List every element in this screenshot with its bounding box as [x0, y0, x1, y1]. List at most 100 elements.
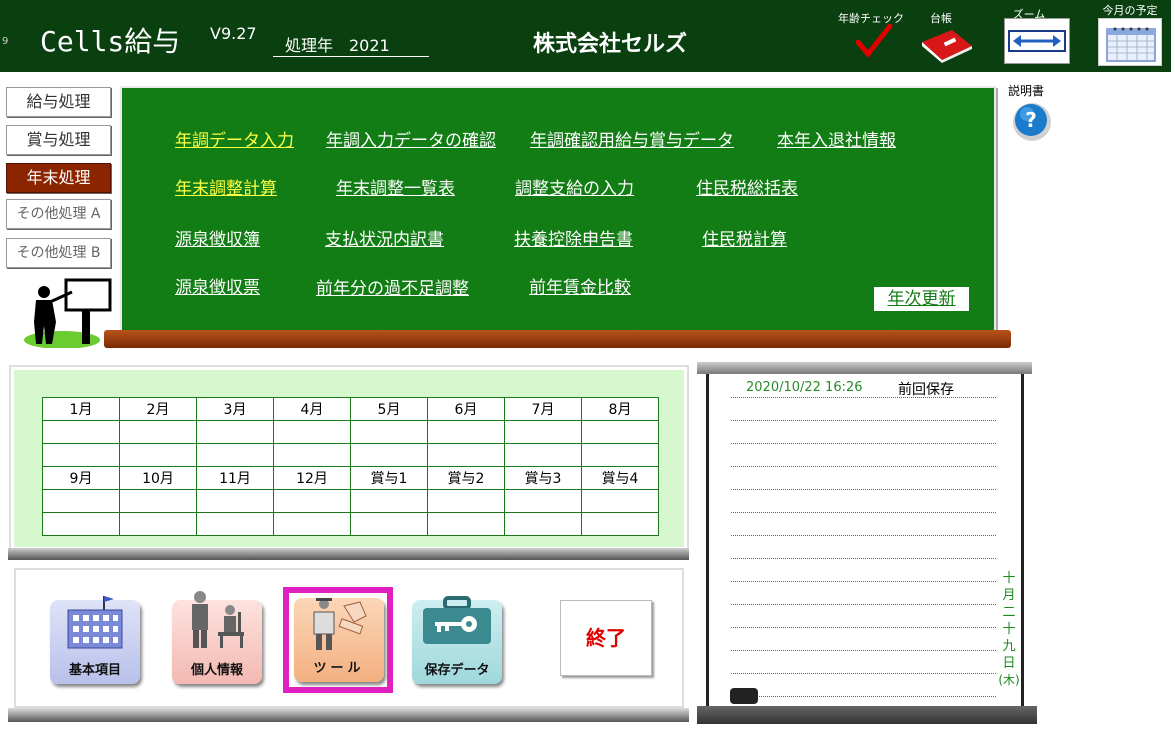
menu-prior-year-wage-compare[interactable]: 前年賃金比較 [529, 273, 631, 298]
menu-resident-tax-calc[interactable]: 住民税計算 [702, 225, 787, 250]
basic-items-label: 基本項目 [68, 663, 121, 678]
bonus-cell[interactable]: 賞与3 [504, 466, 582, 490]
nav-other-b[interactable]: その他処理 B [6, 238, 111, 268]
grid-cell [581, 420, 659, 444]
memo-line [731, 581, 996, 582]
nav-other-a[interactable]: その他処理 A [6, 199, 111, 229]
schedule-label: 今月の予定 [1102, 4, 1158, 17]
nav-year-end[interactable]: 年末処理 [6, 163, 111, 193]
ledger-button[interactable]: 台帳 [918, 10, 974, 68]
month-cell[interactable]: 5月 [350, 397, 428, 421]
processing-year: 処理年 2021 [273, 32, 429, 57]
personal-info-label: 個人情報 [190, 663, 243, 678]
menu-dependent-declaration[interactable]: 扶養控除申告書 [514, 225, 633, 250]
memo-line [731, 673, 996, 674]
grid-cell [350, 512, 428, 536]
zoom-button[interactable]: ズーム [994, 6, 1076, 64]
annual-update-button[interactable]: 年次更新 [874, 287, 969, 311]
vertical-date: 十 月 二 十 九 日 (木) [997, 570, 1021, 689]
presenter-illustration [24, 278, 112, 348]
menu-year-end-data-check[interactable]: 年調入力データの確認 [326, 126, 496, 151]
memo-line [731, 696, 996, 697]
grid-cell [273, 512, 351, 536]
version-label: V9.27 [210, 24, 257, 43]
month-cell[interactable]: 9月 [42, 466, 120, 490]
nav-payroll[interactable]: 給与処理 [6, 87, 111, 117]
app-header: 9 Cells給与 V9.27 処理年 2021 株式会社セルズ 年齢チェック … [0, 0, 1171, 72]
month-cell[interactable]: 10月 [119, 466, 197, 490]
menu-prior-year-adjust[interactable]: 前年分の過不足調整 [316, 274, 469, 299]
calendar-bottom-bar [8, 548, 689, 560]
memo-line [731, 443, 996, 444]
app-title: Cells給与 [40, 25, 181, 58]
grid-cell [581, 489, 659, 513]
memo-line [731, 512, 996, 513]
nav-bonus[interactable]: 賞与処理 [6, 125, 111, 155]
menu-withholding-book[interactable]: 源泉徴収簿 [175, 225, 260, 250]
ledger-book-icon [922, 30, 972, 63]
last-save-label: 前回保存 [898, 382, 954, 398]
vdate-char: (木) [998, 673, 1020, 687]
building-icon [67, 596, 123, 649]
menu-year-end-list[interactable]: 年末調整一覧表 [336, 174, 455, 199]
grid-cell [427, 489, 505, 513]
grid-cell [350, 443, 428, 467]
month-cell[interactable]: 12月 [273, 466, 351, 490]
tools-button[interactable]: ツール [294, 598, 384, 682]
menu-payment-breakdown[interactable]: 支払状況内訳書 [325, 225, 444, 250]
menu-withholding-slip[interactable]: 源泉徴収票 [175, 273, 260, 298]
menu-adjust-payment-input[interactable]: 調整支給の入力 [515, 174, 634, 199]
memo-line [731, 466, 996, 467]
age-check-button[interactable]: 年齢チェック [836, 10, 906, 58]
checkmark-icon [855, 24, 893, 58]
grid-cell [427, 420, 505, 444]
personal-info-button[interactable]: 個人情報 [172, 591, 262, 684]
memo-line [731, 489, 996, 490]
month-cell[interactable]: 11月 [196, 466, 274, 490]
bonus-cell[interactable]: 賞与2 [427, 466, 505, 490]
menu-salary-bonus-data[interactable]: 年調確認用給与賞与データ [530, 126, 734, 151]
zoom-icon-frame [1004, 18, 1070, 64]
grid-cell [119, 443, 197, 467]
vdate-char: 九 [1002, 639, 1016, 654]
month-cell[interactable]: 8月 [581, 397, 659, 421]
menu-resident-tax-summary[interactable]: 住民税総括表 [696, 174, 798, 199]
month-cell[interactable]: 7月 [504, 397, 582, 421]
vdate-char: 月 [1002, 588, 1016, 603]
saved-data-label: 保存データ [424, 663, 490, 678]
people-icon [192, 591, 244, 648]
memo-paper[interactable] [706, 374, 1024, 706]
memo-line [731, 627, 996, 628]
grid-cell [504, 443, 582, 467]
memo-line [731, 397, 996, 398]
saved-data-button[interactable]: 保存データ [412, 596, 502, 684]
bonus-cell[interactable]: 賞与4 [581, 466, 659, 490]
monthly-schedule-button[interactable]: 今月の予定 [1094, 2, 1166, 68]
memo-top-bar [697, 362, 1032, 374]
month-cell[interactable]: 4月 [273, 397, 351, 421]
month-cell[interactable]: 2月 [119, 397, 197, 421]
basic-items-button[interactable]: 基本項目 [50, 596, 140, 684]
exit-button[interactable]: 終了 [560, 600, 652, 676]
menu-year-end-calc[interactable]: 年末調整計算 [175, 174, 277, 199]
month-cell[interactable]: 3月 [196, 397, 274, 421]
month-cell[interactable]: 1月 [42, 397, 120, 421]
menu-year-end-data-input[interactable]: 年調データ入力 [175, 126, 294, 151]
tools-bottom-bar [8, 708, 689, 722]
grid-cell [504, 489, 582, 513]
month-cell[interactable]: 6月 [427, 397, 505, 421]
grid-cell [196, 512, 274, 536]
company-name: 株式会社セルズ [533, 32, 688, 57]
menu-hire-leave-info[interactable]: 本年入退社情報 [777, 126, 896, 151]
grid-cell [119, 512, 197, 536]
panel-bottom-bar [104, 330, 1011, 348]
grid-cell [42, 443, 120, 467]
memo-scroll-handle[interactable] [730, 688, 758, 704]
vdate-char: 日 [1002, 656, 1016, 671]
tools-label: ツール [313, 661, 365, 676]
bonus-cell[interactable]: 賞与1 [350, 466, 428, 490]
grid-cell [42, 512, 120, 536]
last-save-time: 2020/10/22 16:26 [746, 380, 863, 395]
svg-text:?: ? [1025, 108, 1037, 132]
manual-button[interactable]: 説明書 ? [1008, 82, 1058, 152]
